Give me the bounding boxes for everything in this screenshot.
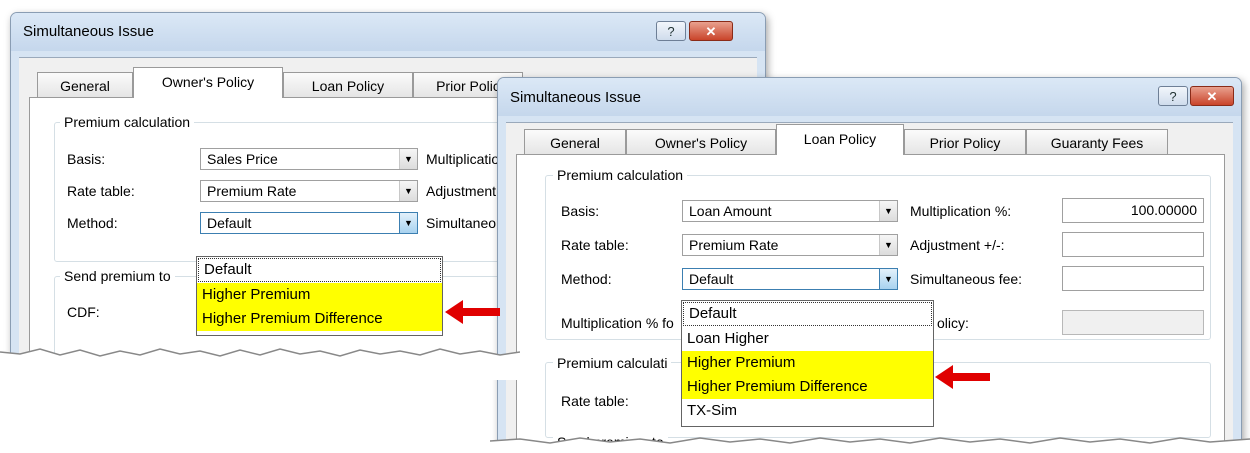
chevron-down-icon[interactable]: ▼ [879, 269, 897, 289]
back-method-combo[interactable]: Default ▼ [200, 212, 418, 234]
front-basis-value: Loan Amount [689, 203, 772, 219]
back-simultaneous-label: Simultaneo [426, 215, 497, 231]
back-basis-combo[interactable]: Sales Price ▼ [200, 148, 418, 170]
back-method-label: Method: [67, 215, 118, 231]
back-premium-group-title: Premium calculation [60, 114, 195, 130]
chevron-down-icon[interactable]: ▼ [399, 181, 417, 201]
front-close-button[interactable]: ✕ [1190, 86, 1234, 106]
back-dialog-title: Simultaneous Issue [23, 23, 154, 40]
front-tab-general[interactable]: General [524, 129, 626, 155]
chevron-down-icon[interactable]: ▼ [879, 201, 897, 221]
front-premium-group-title: Premium calculation [553, 167, 688, 183]
front-dialog-title: Simultaneous Issue [510, 89, 641, 106]
back-method-value: Default [207, 215, 252, 231]
back-option-higher-premium-difference[interactable]: Higher Premium Difference [197, 307, 442, 331]
front-multiplication-input[interactable]: 100.00000 [1062, 198, 1204, 223]
back-rate-table-value: Premium Rate [207, 183, 297, 199]
front-option-tx-sim[interactable]: TX-Sim [682, 399, 933, 423]
front-method-dropdown: Default Loan Higher Higher Premium Highe… [681, 300, 934, 427]
front-title-bar: Simultaneous Issue ? ✕ [498, 78, 1241, 116]
front-adjustment-input[interactable] [1062, 232, 1204, 257]
back-cdf-label: CDF: [67, 304, 100, 320]
chevron-down-icon[interactable]: ▼ [879, 235, 897, 255]
back-basis-value: Sales Price [207, 151, 278, 167]
front-rate-table-value: Premium Rate [689, 237, 779, 253]
front-option-higher-premium-difference[interactable]: Higher Premium Difference [682, 375, 933, 399]
back-rate-table-label: Rate table: [67, 183, 135, 199]
front-tab-loan-policy[interactable]: Loan Policy [776, 124, 904, 155]
back-multiplication-label: Multiplication [426, 151, 507, 167]
front-method-value: Default [689, 271, 734, 287]
front-option-loan-higher[interactable]: Loan Higher [682, 327, 933, 351]
front-basis-combo[interactable]: Loan Amount ▼ [682, 200, 898, 222]
front-tab-owners-policy[interactable]: Owner's Policy [626, 129, 776, 155]
front-option-higher-premium[interactable]: Higher Premium [682, 351, 933, 375]
back-torn-edge [0, 348, 520, 380]
back-send-premium-title: Send premium to [60, 268, 175, 284]
front-tab-guaranty-fees[interactable]: Guaranty Fees [1026, 129, 1168, 155]
back-method-dropdown: Default Higher Premium Higher Premium Di… [196, 256, 443, 336]
back-option-higher-premium[interactable]: Higher Premium [197, 283, 442, 307]
back-rate-table-combo[interactable]: Premium Rate ▼ [200, 180, 418, 202]
chevron-down-icon[interactable]: ▼ [399, 213, 417, 233]
chevron-down-icon[interactable]: ▼ [399, 149, 417, 169]
back-tab-owners-policy[interactable]: Owner's Policy [133, 67, 283, 98]
front-torn-edge [490, 437, 1250, 453]
front-basis-label: Basis: [561, 203, 600, 219]
front-multiplication-label: Multiplication %: [910, 203, 1012, 219]
back-adjustment-label: Adjustment [426, 183, 497, 199]
front-simultaneous-label: Simultaneous fee: [910, 271, 1023, 287]
back-tab-loan-policy[interactable]: Loan Policy [283, 72, 413, 98]
front-policy-label: olicy: [937, 315, 969, 331]
back-help-button[interactable]: ? [656, 21, 686, 41]
front-policy-input [1062, 310, 1204, 335]
back-basis-label: Basis: [67, 151, 106, 167]
front-rate-table-label: Rate table: [561, 237, 629, 253]
front-premium-group-2-title: Premium calculati [553, 355, 672, 371]
front-group2-rate-table-label: Rate table: [561, 393, 629, 409]
front-tab-prior-policy[interactable]: Prior Policy [904, 129, 1026, 155]
front-adjustment-label: Adjustment +/-: [910, 237, 1005, 253]
front-annotation-arrow [935, 365, 990, 389]
back-tab-general[interactable]: General [37, 72, 133, 98]
back-option-default[interactable]: Default [198, 258, 441, 282]
front-method-combo[interactable]: Default ▼ [682, 268, 898, 290]
front-rate-table-combo[interactable]: Premium Rate ▼ [682, 234, 898, 256]
back-close-button[interactable]: ✕ [689, 21, 733, 41]
front-option-default[interactable]: Default [683, 302, 932, 326]
front-help-button[interactable]: ? [1158, 86, 1188, 106]
back-annotation-arrow [445, 300, 500, 324]
front-simultaneous-input[interactable] [1062, 266, 1204, 291]
back-title-bar: Simultaneous Issue ? ✕ [11, 13, 765, 51]
front-method-label: Method: [561, 271, 612, 287]
front-mult-for-label: Multiplication % fo [561, 315, 674, 331]
